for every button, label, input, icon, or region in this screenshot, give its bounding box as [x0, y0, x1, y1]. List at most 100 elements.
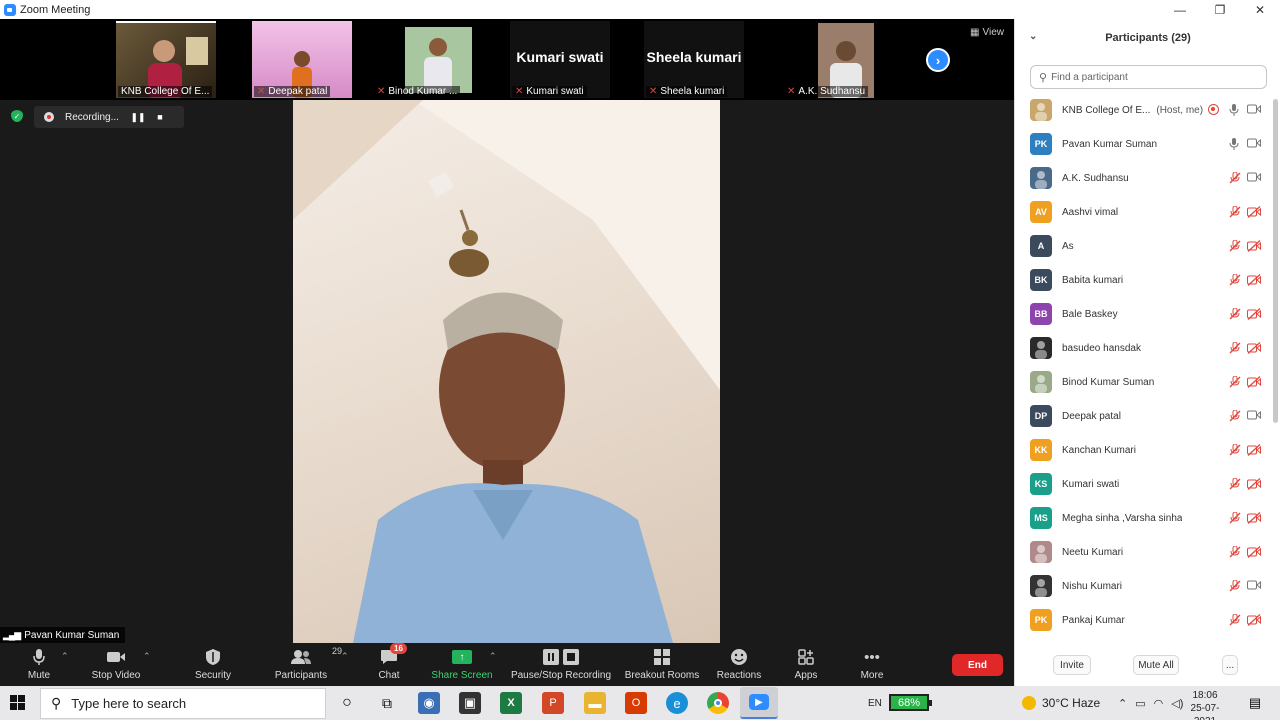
taskbar-clock[interactable]: 18:06 25-07-2021: [1180, 689, 1230, 720]
microphone-muted-icon[interactable]: [1229, 273, 1241, 289]
share-screen-button[interactable]: ↑ Share Screen: [431, 646, 493, 686]
video-camera-icon[interactable]: [1247, 172, 1261, 185]
video-tile[interactable]: KNB College Of E...: [116, 21, 216, 98]
app-icon[interactable]: ◉: [418, 692, 440, 714]
microphone-muted-icon[interactable]: [1229, 579, 1241, 595]
more-button[interactable]: ••• More: [856, 646, 888, 686]
mute-button[interactable]: Mute: [22, 646, 56, 686]
participant-row[interactable]: KS Kumari swati: [1015, 467, 1273, 501]
encryption-shield-icon[interactable]: ✓: [11, 110, 23, 122]
pause-recording-button[interactable]: ❚❚: [127, 112, 149, 123]
language-indicator[interactable]: EN: [868, 686, 882, 720]
microphone-muted-icon[interactable]: [1229, 307, 1241, 323]
view-button[interactable]: ▦ View: [970, 27, 1004, 38]
zoom-taskbar-icon[interactable]: ▶: [740, 687, 778, 719]
breakout-rooms-button[interactable]: Breakout Rooms: [624, 646, 700, 686]
collapse-chevron-icon[interactable]: ⌄: [1029, 31, 1037, 42]
participant-row[interactable]: PK Pavan Kumar Suman: [1015, 127, 1273, 161]
video-camera-off-icon[interactable]: [1247, 376, 1261, 391]
office-icon[interactable]: O: [625, 692, 647, 714]
microphone-icon[interactable]: [1229, 104, 1239, 119]
participant-search[interactable]: ⚲: [1030, 65, 1267, 89]
participant-search-input[interactable]: [1051, 71, 1252, 83]
show-hidden-icons-chevron-icon[interactable]: ⌃: [1118, 697, 1127, 710]
minimize-button[interactable]: —: [1160, 0, 1200, 19]
microphone-muted-icon[interactable]: [1229, 341, 1241, 357]
taskbar-search-box[interactable]: ⚲ Type here to search: [40, 688, 326, 719]
video-camera-off-icon[interactable]: [1247, 512, 1261, 527]
next-page-button[interactable]: ›: [926, 48, 950, 72]
maximize-button[interactable]: ❐: [1200, 0, 1240, 19]
microphone-muted-icon[interactable]: [1229, 545, 1241, 561]
participant-row[interactable]: PK Pankaj Kumar: [1015, 603, 1273, 633]
microphone-muted-icon[interactable]: [1229, 511, 1241, 527]
close-button[interactable]: ✕: [1240, 0, 1280, 19]
video-camera-icon[interactable]: [1247, 104, 1261, 117]
video-camera-off-icon[interactable]: [1247, 308, 1261, 323]
file-explorer-icon[interactable]: ▬: [584, 692, 606, 714]
video-tile[interactable]: ✕ Binod Kumar ...: [372, 21, 472, 98]
video-camera-off-icon[interactable]: [1247, 274, 1261, 289]
microphone-muted-icon[interactable]: [1229, 239, 1241, 255]
participant-row[interactable]: MS Megha sinha ,Varsha sinha: [1015, 501, 1273, 535]
video-camera-icon[interactable]: [1247, 410, 1261, 423]
video-tile[interactable]: Sheela kumari ✕ Sheela kumari: [644, 21, 744, 98]
participant-list-scrollbar[interactable]: [1273, 99, 1278, 423]
participant-row[interactable]: basudeo hansdak: [1015, 331, 1273, 365]
pause-stop-recording-button[interactable]: Pause/Stop Recording: [510, 646, 612, 686]
video-camera-off-icon[interactable]: [1247, 546, 1261, 561]
stop-recording-button[interactable]: ■: [149, 112, 171, 122]
microphone-muted-icon[interactable]: [1229, 613, 1241, 629]
end-meeting-button[interactable]: End: [952, 654, 1003, 676]
battery-indicator[interactable]: 68%: [889, 694, 932, 711]
microphone-muted-icon[interactable]: [1229, 443, 1241, 459]
security-button[interactable]: Security: [193, 646, 233, 686]
powerpoint-icon[interactable]: P: [542, 692, 564, 714]
chat-button[interactable]: 16 Chat: [374, 643, 407, 686]
excel-icon[interactable]: X: [500, 692, 522, 714]
video-camera-off-icon[interactable]: [1247, 614, 1261, 629]
participant-row[interactable]: Binod Kumar Suman: [1015, 365, 1273, 399]
video-tile[interactable]: Kumari swati ✕ Kumari swati: [510, 21, 610, 98]
video-camera-off-icon[interactable]: [1247, 478, 1261, 493]
participant-row[interactable]: A.K. Sudhansu: [1015, 161, 1273, 195]
video-camera-off-icon[interactable]: [1247, 240, 1261, 255]
video-camera-off-icon[interactable]: [1247, 206, 1261, 221]
edge-icon[interactable]: e: [666, 692, 688, 714]
chrome-icon[interactable]: [707, 692, 729, 714]
participant-row[interactable]: KK Kanchan Kumari: [1015, 433, 1273, 467]
stop-video-button[interactable]: Stop Video: [88, 646, 144, 686]
audio-options-caret-icon[interactable]: ⌃: [61, 651, 69, 662]
reactions-button[interactable]: Reactions: [716, 646, 762, 686]
participant-row[interactable]: Neetu Kumari: [1015, 535, 1273, 569]
participant-row[interactable]: KNB College Of E... (Host, me): [1015, 93, 1273, 127]
weather-widget[interactable]: 30°C Haze: [1022, 686, 1100, 720]
windows-start-icon[interactable]: [10, 695, 26, 711]
microphone-muted-icon[interactable]: [1229, 205, 1241, 221]
microphone-muted-icon[interactable]: [1229, 477, 1241, 493]
cortana-icon[interactable]: ○: [336, 692, 358, 714]
video-tile[interactable]: ✕ A.K. Sudhansu: [782, 21, 882, 98]
participant-row[interactable]: BB Bale Baskey: [1015, 297, 1273, 331]
participant-row[interactable]: AV Aashvi vimal: [1015, 195, 1273, 229]
microphone-icon[interactable]: [1229, 138, 1239, 153]
video-camera-icon[interactable]: [1247, 138, 1261, 151]
apps-button[interactable]: Apps: [790, 646, 822, 686]
video-options-caret-icon[interactable]: ⌃: [143, 651, 151, 662]
battery-small-icon[interactable]: ▭: [1135, 697, 1145, 710]
invite-button[interactable]: Invite: [1053, 655, 1091, 675]
participant-row[interactable]: DP Deepak patal: [1015, 399, 1273, 433]
microphone-muted-icon[interactable]: [1229, 375, 1241, 391]
share-options-caret-icon[interactable]: ⌃: [489, 651, 497, 662]
participants-options-caret-icon[interactable]: ⌃: [341, 651, 349, 662]
participant-row[interactable]: A As: [1015, 229, 1273, 263]
mute-all-button[interactable]: Mute All: [1133, 655, 1179, 675]
wifi-icon[interactable]: ◠: [1154, 697, 1164, 710]
notifications-icon[interactable]: ▤: [1244, 692, 1266, 714]
participants-button[interactable]: 29 Participants: [272, 646, 342, 686]
task-view-icon[interactable]: ⧉: [376, 692, 398, 714]
system-tray-icons[interactable]: ⌃ ▭ ◠ ◁): [1118, 686, 1183, 720]
store-icon[interactable]: ▣: [459, 692, 481, 714]
participant-row[interactable]: BK Babita kumari: [1015, 263, 1273, 297]
participant-row[interactable]: Nishu Kumari: [1015, 569, 1273, 603]
